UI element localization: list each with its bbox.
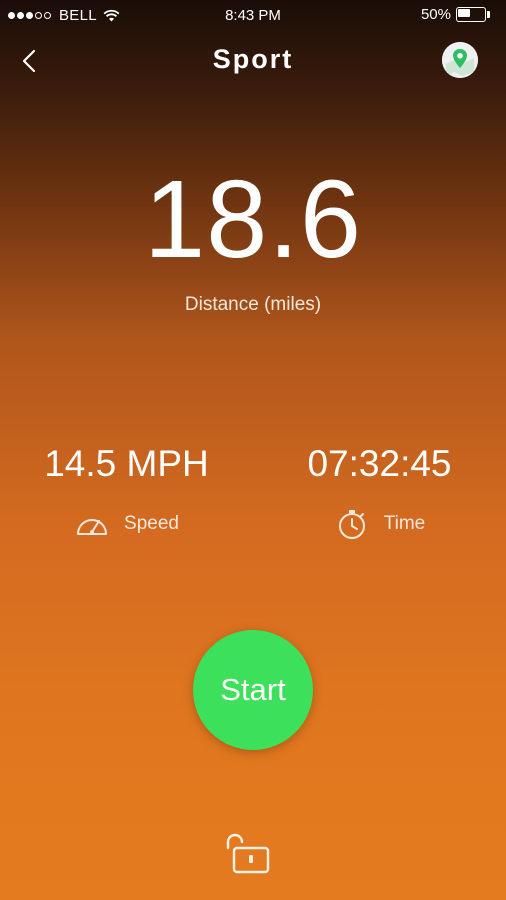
- speed-label-row: Speed: [0, 508, 253, 540]
- time-label-row: Time: [253, 508, 506, 540]
- battery-icon: [456, 7, 490, 22]
- distance-label: Distance (miles): [184, 294, 322, 315]
- map-button[interactable]: [442, 42, 478, 78]
- speed-label: Speed: [124, 513, 179, 534]
- time-label: Time: [383, 513, 426, 534]
- speed-value: 14.5 MPH: [44, 443, 209, 484]
- speed-stat: 14.5 MPH Speed: [0, 440, 253, 540]
- map-pin-icon: [442, 42, 478, 78]
- sport-screen: BELL 8:43 PM 50% Sport 18.6 Distance (mi…: [0, 0, 506, 900]
- stopwatch-icon: [338, 510, 365, 539]
- time-value: 07:32:45: [307, 443, 452, 484]
- status-right: 50%: [421, 6, 490, 23]
- time-stat: 07:32:45 Time: [253, 440, 506, 540]
- speedometer-icon: [77, 519, 108, 535]
- battery-tip: [487, 11, 490, 18]
- battery-fill: [458, 9, 470, 17]
- distance-value: 18.6: [143, 158, 363, 281]
- start-button[interactable]: Start: [193, 630, 313, 750]
- status-bar: BELL 8:43 PM 50%: [0, 0, 506, 32]
- battery-percent: 50%: [420, 6, 451, 23]
- nav-bar: Sport: [0, 32, 506, 90]
- page-title: Sport: [212, 44, 294, 74]
- lock-button[interactable]: [220, 830, 272, 878]
- unlock-icon: [226, 833, 270, 874]
